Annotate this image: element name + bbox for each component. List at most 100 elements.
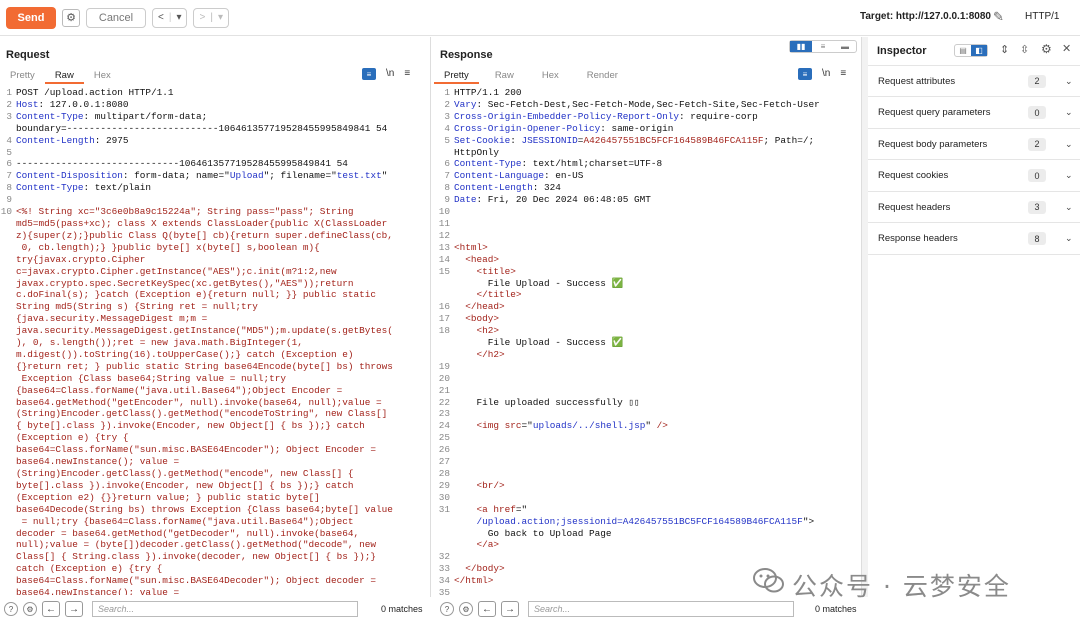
chevron-down-icon[interactable]: ⌄ bbox=[1065, 107, 1073, 118]
line-number: 5 bbox=[6, 146, 12, 158]
code-token: c.doFinal(s); }catch (Exception e){retur… bbox=[16, 289, 377, 301]
response-editor[interactable]: 1 HTTP/1.1 200 2 Vary: Sec-Fetch-Dest,Sec-F… bbox=[438, 87, 858, 595]
inspector-close-icon[interactable]: ✕ bbox=[1062, 42, 1071, 55]
search-prev-arrow-icon[interactable]: ← bbox=[478, 601, 496, 617]
forward-dropdown-icon[interactable]: ▾ bbox=[218, 12, 223, 23]
code-line: 9 Date: Fri, 20 Dec 2024 06:48:05 GMT bbox=[438, 194, 858, 206]
line-number bbox=[0, 123, 12, 135]
code-token: Cross-Origin-Opener-Policy bbox=[454, 122, 601, 134]
code-line: base64.newInstance(); value = bbox=[0, 587, 425, 595]
code-token: try{javax.crypto.Cipher bbox=[16, 253, 146, 265]
chevron-down-icon[interactable]: ⌄ bbox=[1065, 76, 1073, 87]
code-token: " bbox=[645, 420, 657, 432]
layout-stacked-icon[interactable]: ≡ bbox=[812, 41, 834, 52]
chevron-down-icon[interactable]: ⌄ bbox=[1065, 202, 1073, 213]
line-code: <br/> bbox=[454, 480, 505, 492]
code-line: </title> bbox=[438, 289, 858, 301]
line-number: 6 bbox=[444, 158, 450, 170]
send-button[interactable]: Send bbox=[6, 6, 56, 29]
code-line: = null;try {base64=Class.forName("java.u… bbox=[0, 516, 425, 528]
inspector-panel-icon[interactable]: ◧ bbox=[971, 45, 987, 56]
search-settings-gear-icon[interactable]: ⚙ bbox=[459, 602, 473, 616]
code-token: : Fri, 20 Dec 2024 06:48:05 GMT bbox=[476, 194, 651, 206]
inspector-row[interactable]: Request body parameters 2 ⌄ bbox=[868, 129, 1080, 160]
request-search-input[interactable]: Search... bbox=[92, 601, 358, 617]
line-code: c.doFinal(s); }catch (Exception e){retur… bbox=[16, 289, 376, 301]
chevron-down-icon[interactable]: ⌄ bbox=[1065, 139, 1073, 150]
code-line: (String)Encoder.getClass().getMethod("en… bbox=[0, 468, 425, 480]
expand-all-icon[interactable]: ⇕ bbox=[1000, 43, 1009, 56]
response-tab-raw[interactable]: Raw bbox=[479, 70, 530, 84]
line-number: 5 bbox=[444, 134, 450, 146]
forward-arrow-icon[interactable]: > bbox=[199, 12, 205, 23]
inspector-row[interactable]: Request query parameters 0 ⌄ bbox=[868, 98, 1080, 129]
response-tab-render[interactable]: Render bbox=[571, 70, 634, 84]
request-editor[interactable]: 1 POST /upload.action HTTP/1.1 2 Host: 127.… bbox=[0, 87, 425, 595]
search-prev-arrow-icon[interactable]: ← bbox=[42, 601, 60, 617]
newline-icon[interactable]: \n bbox=[386, 68, 394, 80]
inspector-settings-gear-icon[interactable]: ⚙ bbox=[1041, 42, 1052, 56]
line-number bbox=[0, 408, 12, 420]
help-icon[interactable]: ? bbox=[4, 602, 18, 616]
request-tab-hex[interactable]: Hex bbox=[84, 70, 121, 84]
back-arrow-icon[interactable]: < bbox=[158, 12, 164, 23]
history-forward-group[interactable]: > | ▾ bbox=[193, 7, 229, 28]
layout-single-icon[interactable]: ▬ bbox=[834, 41, 856, 52]
code-token: /> bbox=[656, 420, 668, 432]
code-token: JSESSIONID bbox=[521, 134, 578, 146]
collapse-all-icon[interactable]: ⇳ bbox=[1020, 43, 1029, 56]
inspector-row[interactable]: Request headers 3 ⌄ bbox=[868, 192, 1080, 223]
line-code: = null;try {base64=Class.forName("java.u… bbox=[16, 516, 354, 528]
line-code: (String)Encoder.getClass().getMethod("en… bbox=[16, 408, 387, 420]
code-line: {base64=Class.forName("java.util.Base64"… bbox=[0, 385, 425, 397]
inspector-row[interactable]: Request attributes 2 ⌄ bbox=[868, 66, 1080, 97]
line-number bbox=[0, 480, 12, 492]
watermark-text: 公众号 · 云梦安全 bbox=[792, 572, 1011, 601]
response-search-input[interactable]: Search... bbox=[528, 601, 794, 617]
line-number: 8 bbox=[6, 182, 12, 194]
line-number: 1 bbox=[6, 87, 12, 98]
layout-side-by-side-icon[interactable]: ▮▮ bbox=[790, 41, 812, 52]
edit-pencil-icon[interactable]: ✎ bbox=[993, 9, 1004, 25]
help-icon[interactable]: ? bbox=[440, 602, 454, 616]
request-tab-pretty[interactable]: Pretty bbox=[0, 70, 45, 84]
menu-icon[interactable]: ≡ bbox=[840, 68, 846, 80]
search-next-arrow-icon[interactable]: → bbox=[501, 601, 519, 617]
code-token: Cross-Origin-Embedder-Policy-Report-Only bbox=[454, 110, 680, 122]
chevron-down-icon[interactable]: ⌄ bbox=[1065, 170, 1073, 181]
menu-icon[interactable]: ≡ bbox=[404, 68, 410, 80]
line-number bbox=[0, 528, 12, 540]
search-next-arrow-icon[interactable]: → bbox=[65, 601, 83, 617]
chevron-down-icon[interactable]: ⌄ bbox=[1065, 233, 1073, 244]
request-tab-raw[interactable]: Raw bbox=[44, 70, 84, 84]
line-code: Content-Length: 324 bbox=[454, 182, 561, 194]
line-number bbox=[438, 528, 450, 540]
code-line: /upload.action;jsessionid=A426457551BC5F… bbox=[438, 516, 858, 528]
newline-icon[interactable]: \n bbox=[822, 68, 830, 80]
response-tab-pretty[interactable]: Pretty bbox=[434, 70, 479, 84]
code-token: Vary bbox=[454, 98, 477, 110]
inspector-list-icon[interactable]: ▤ bbox=[955, 45, 971, 56]
back-dropdown-icon[interactable]: ▾ bbox=[176, 12, 181, 23]
code-line: 16 </head> bbox=[438, 301, 858, 313]
code-token: Set-Cookie bbox=[454, 134, 511, 146]
word-wrap-icon[interactable]: ≡ bbox=[362, 68, 376, 80]
history-back-group[interactable]: < | ▾ bbox=[152, 7, 188, 28]
line-code: javax.crypto.spec.SecretKeySpec(xc.getBy… bbox=[16, 278, 354, 290]
code-token: </head> bbox=[465, 301, 505, 313]
line-number: 7 bbox=[444, 170, 450, 182]
line-number bbox=[0, 325, 12, 337]
settings-gear-icon[interactable]: ⚙ bbox=[62, 8, 80, 27]
word-wrap-icon[interactable]: ≡ bbox=[798, 68, 812, 80]
http-version-toggle[interactable]: HTTP/1 bbox=[1025, 11, 1059, 22]
response-tab-hex[interactable]: Hex bbox=[530, 70, 571, 84]
code-token: </h2> bbox=[476, 348, 505, 360]
inspector-row[interactable]: Request cookies 0 ⌄ bbox=[868, 161, 1080, 192]
inspector-row[interactable]: Response headers 8 ⌄ bbox=[868, 224, 1080, 255]
search-settings-gear-icon[interactable]: ⚙ bbox=[23, 602, 37, 616]
cancel-button[interactable]: Cancel bbox=[86, 7, 146, 28]
layout-toggle-group: ▮▮ ≡ ▬ bbox=[789, 40, 857, 53]
